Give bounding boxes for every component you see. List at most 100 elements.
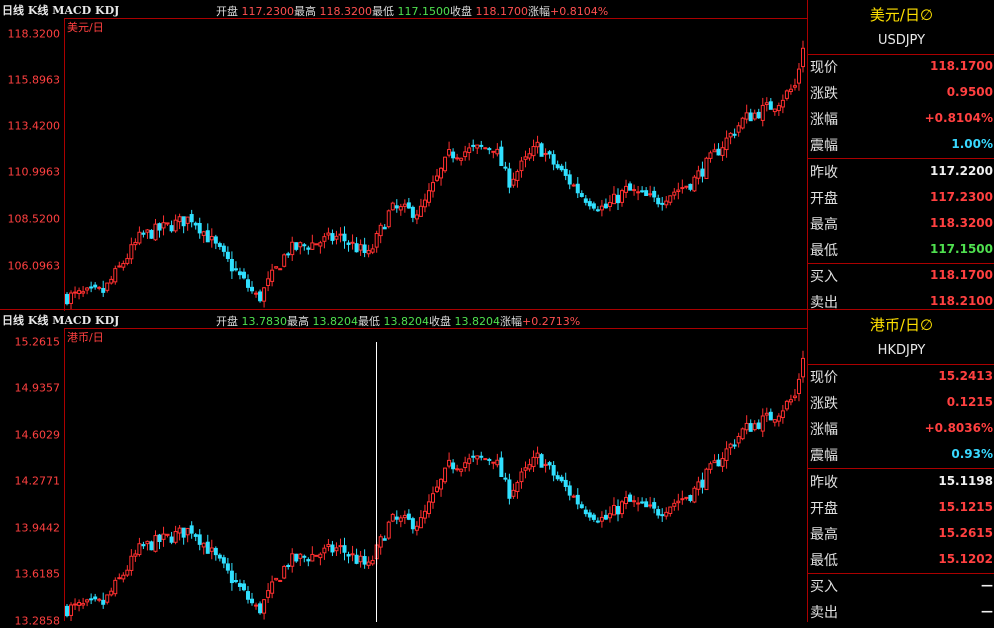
candle bbox=[628, 492, 633, 502]
candle bbox=[768, 408, 773, 421]
candle bbox=[302, 243, 307, 251]
candle-body bbox=[334, 547, 339, 552]
candle-body bbox=[398, 206, 403, 211]
candle-body bbox=[443, 156, 448, 172]
candle bbox=[398, 515, 403, 528]
candle bbox=[652, 497, 657, 514]
row-value: 118.3200 bbox=[929, 216, 993, 230]
candle-body bbox=[519, 160, 524, 172]
candle bbox=[97, 286, 102, 291]
candle bbox=[523, 150, 528, 168]
candle-body bbox=[744, 112, 749, 120]
candle bbox=[660, 196, 665, 211]
candle-body bbox=[310, 553, 315, 562]
candle bbox=[768, 97, 773, 110]
candle-body bbox=[551, 154, 556, 165]
candle-body bbox=[680, 187, 685, 190]
candle bbox=[342, 226, 347, 249]
candle-body bbox=[85, 599, 90, 603]
candle-body bbox=[342, 545, 347, 553]
candle bbox=[109, 587, 114, 597]
candle-body bbox=[595, 520, 600, 523]
candle bbox=[563, 161, 568, 181]
candle-body bbox=[109, 590, 114, 596]
candle-body bbox=[579, 193, 584, 197]
candle-body bbox=[65, 293, 70, 305]
candle bbox=[209, 228, 214, 248]
row-value: 15.2615 bbox=[938, 526, 993, 540]
candle bbox=[539, 453, 544, 468]
candle bbox=[358, 239, 363, 256]
candle-body bbox=[254, 292, 259, 295]
candle-body bbox=[800, 357, 805, 378]
candle bbox=[668, 506, 673, 517]
candle bbox=[796, 373, 801, 402]
candle bbox=[69, 290, 74, 309]
row-label: 开盘 bbox=[810, 191, 838, 207]
candle-body bbox=[575, 183, 580, 194]
candle bbox=[499, 451, 504, 478]
candlestick-plot[interactable] bbox=[65, 19, 805, 309]
candle-body bbox=[213, 236, 218, 244]
crosshair-cursor[interactable] bbox=[376, 342, 377, 622]
candle-body bbox=[157, 223, 162, 231]
candle-body bbox=[507, 168, 512, 188]
row-label: 最高 bbox=[810, 527, 838, 543]
row-value: +0.8036% bbox=[924, 421, 993, 435]
period-label[interactable]: 日线 K线 MACD KDJ bbox=[2, 2, 119, 18]
candle bbox=[740, 427, 745, 441]
candle bbox=[680, 179, 685, 194]
candle bbox=[366, 244, 371, 258]
candle-body bbox=[69, 604, 74, 616]
candle-body bbox=[720, 147, 725, 156]
candle bbox=[258, 601, 263, 615]
open-label: 开盘 bbox=[216, 315, 238, 328]
candle bbox=[531, 450, 536, 472]
candle-body bbox=[503, 166, 508, 169]
usdjpy-panel: 日线 K线 MACD KDJ 开盘 117.2300最高 118.3200最低 … bbox=[0, 0, 994, 312]
candle bbox=[672, 188, 677, 200]
row-value: 118.1700 bbox=[929, 268, 993, 282]
candle bbox=[229, 251, 234, 279]
candle bbox=[644, 498, 649, 508]
candlestick-plot[interactable] bbox=[65, 329, 805, 621]
candle bbox=[724, 130, 729, 158]
candle bbox=[487, 457, 492, 466]
candle bbox=[129, 237, 134, 265]
candle-body bbox=[117, 577, 122, 580]
candle-body bbox=[467, 147, 472, 153]
candle bbox=[507, 473, 512, 505]
candle-body bbox=[330, 544, 335, 553]
candle bbox=[350, 545, 355, 562]
candle bbox=[233, 572, 238, 584]
candle-body bbox=[113, 579, 118, 595]
candle bbox=[579, 190, 584, 198]
candle bbox=[318, 552, 323, 566]
candle bbox=[547, 460, 552, 470]
candle-body bbox=[410, 518, 415, 530]
candle bbox=[599, 199, 604, 217]
candle bbox=[113, 265, 118, 285]
row-label: 昨收 bbox=[810, 165, 838, 181]
candle-body bbox=[788, 88, 793, 92]
candle-body bbox=[346, 242, 351, 245]
candle-body bbox=[712, 149, 717, 153]
candle-body bbox=[587, 512, 592, 518]
candle-body bbox=[523, 467, 528, 471]
candle-body bbox=[141, 232, 146, 235]
quote-row-prevclose: 昨收 15.1198 bbox=[808, 469, 994, 495]
candle bbox=[511, 172, 516, 188]
candle bbox=[266, 583, 271, 603]
period-label[interactable]: 日线 K线 MACD KDJ bbox=[2, 312, 119, 328]
candle-body bbox=[125, 258, 130, 264]
candle-body bbox=[422, 510, 427, 519]
row-label: 现价 bbox=[810, 60, 838, 76]
candle-body bbox=[237, 583, 242, 587]
candle-body bbox=[587, 201, 592, 207]
candle bbox=[652, 186, 657, 203]
candle-body bbox=[161, 222, 166, 229]
candle-body bbox=[233, 268, 238, 271]
candle-body bbox=[366, 561, 371, 566]
candle-body bbox=[221, 245, 226, 252]
candle bbox=[447, 141, 452, 158]
